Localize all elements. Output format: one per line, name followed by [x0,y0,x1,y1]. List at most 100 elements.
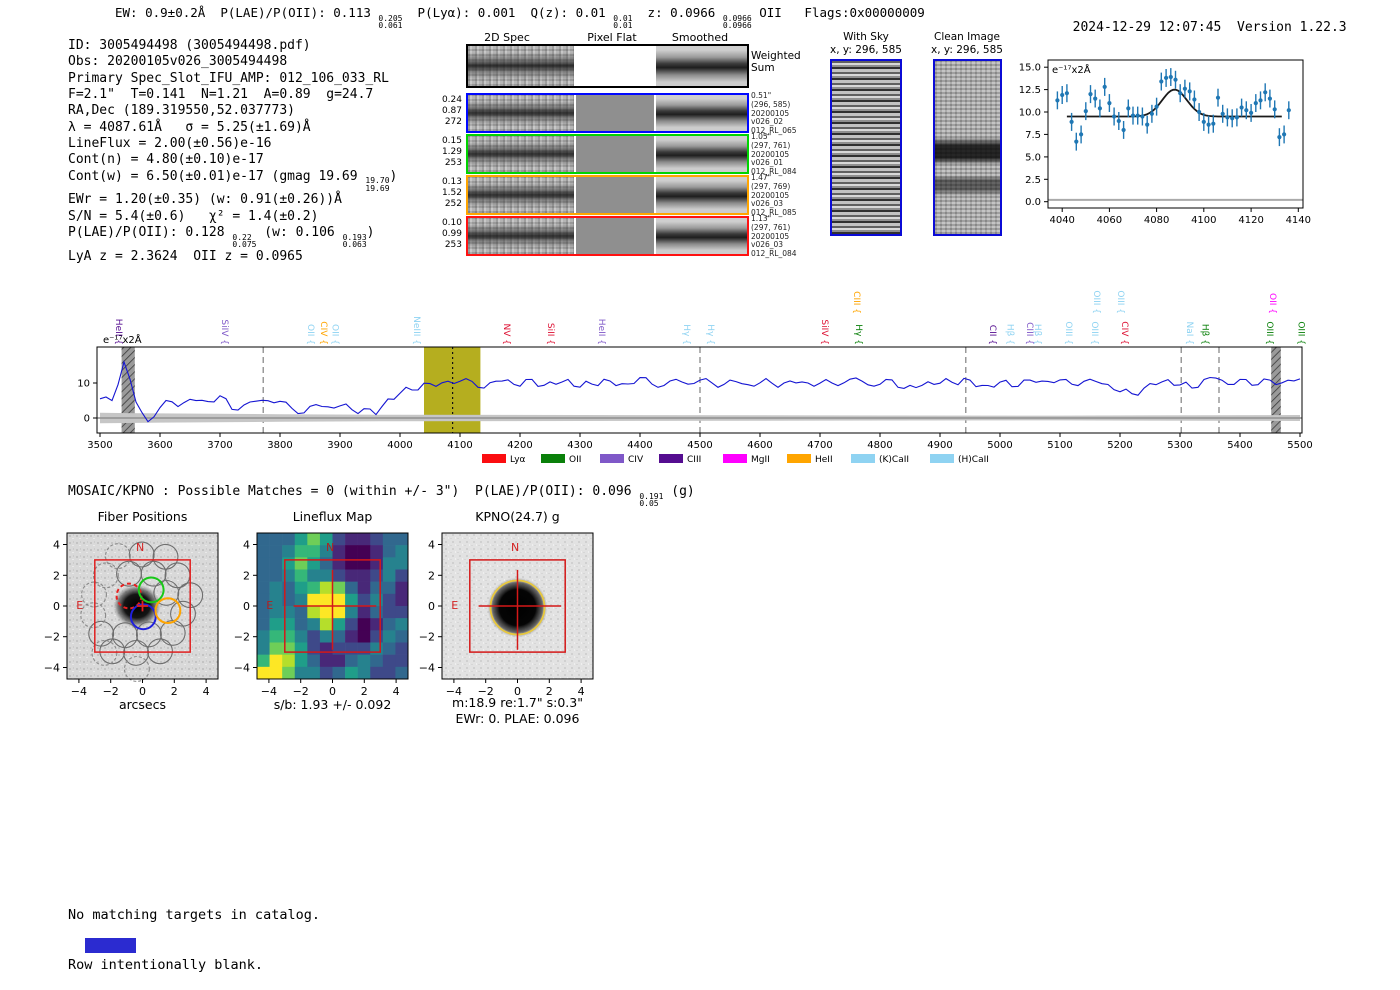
plae-caption: EWr: 0. PLAE: 0.096 [456,711,580,726]
weighted-2dspec-strip [468,46,574,86]
svg-text:CIII {: CIII { [851,291,861,314]
text-segment: ) [389,168,398,184]
with-sky-coords: x, y: 296, 585 [830,43,902,56]
row-left-labels: 0.13 1.52 252 [441,177,462,209]
col-header-2dspec: 2D Spec [484,31,530,44]
text-segment: EWr = 1.20(±0.35) (w: 0.91(±0.26))Å [68,192,342,208]
text-segment: RA,Dec (189.319550,52.037773) [68,103,295,119]
svg-text:3800: 3800 [267,440,292,451]
col-header-smoothed: Smoothed [671,31,729,44]
svg-text:4: 4 [203,685,210,698]
clean-image-coords: x, y: 296, 585 [931,43,1003,56]
svg-text:SiIV {: SiIV { [819,319,829,345]
row-smoothed-strip [656,136,747,172]
spec2d-row [466,175,749,215]
svg-text:4: 4 [393,685,400,698]
text-segment: EW: 0.9±0.2Å [115,5,221,20]
line-legend: Lyα OII CIV CIII MgII HeII (K)CaII (H)CaII [482,454,989,465]
report-datetime: 2024-12-29 12:07:45 [1072,20,1222,35]
svg-text:4060: 4060 [1097,215,1122,226]
footer-line-2: Row intentionally blank. [68,956,264,973]
svg-text:CIV: CIV [628,455,644,465]
info-line: Cont(w) = 6.50(±0.01)e-17 (gmag 19.69 19… [68,169,397,193]
text-segment: Cont(n) = 4.80(±0.10)e-17 [68,152,264,168]
info-line: LineFlux = 2.00(±0.56)e-16 [68,136,397,152]
text-segment: Primary Spec_Slot_IFU_AMP: 012_106_033_R… [68,70,389,86]
svg-text:HeII {: HeII { [596,319,606,345]
svg-text:OIII {: OIII { [1063,321,1073,345]
svg-text:3700: 3700 [207,440,232,451]
svg-text:E: E [76,599,83,612]
text-segment: (g) [663,484,695,499]
svg-text:CII {: CII { [987,325,997,345]
clean-image-header: Clean Image x, y: 296, 585 [917,31,1017,56]
svg-text:E: E [451,599,458,612]
svg-text:−2: −2 [103,685,119,698]
text-segment: λ = 4087.61Å σ = 5.25(±1.69)Å [68,119,311,135]
svg-text:4100: 4100 [447,440,472,451]
text-segment: P(LAE)/P(OII): 0.128 [68,225,233,241]
svg-text:OIII {: OIII { [1091,290,1101,314]
svg-text:0: 0 [428,600,435,613]
svg-text:12.5: 12.5 [1019,85,1041,96]
svg-text:CIV {: CIV { [1119,321,1129,345]
svg-text:4500: 4500 [687,440,712,451]
svg-text:Hγ {: Hγ { [853,324,863,345]
sb-caption: s/b: 1.93 +/- 0.092 [274,697,392,712]
svg-text:MgII: MgII [751,455,770,465]
svg-text:4140: 4140 [1286,215,1311,226]
svg-text:OIII {: OIII { [1296,321,1306,345]
svg-text:OII: OII [569,455,581,465]
text-segment: S/N = 5.4(±0.6) χ² = 1.4(±0.2) [68,208,319,224]
svg-text:NaI {: NaI { [1184,322,1194,346]
row-right-labels: 0.51" (296, 585) 20200105 v026_02 012_RL_065 [751,91,797,136]
text-segment: P(LAE)/P(OII): 0.113 [220,5,379,20]
svg-text:5000: 5000 [987,440,1012,451]
svg-text:−4: −4 [419,662,435,675]
svg-text:15.0: 15.0 [1019,63,1041,74]
svg-text:CIV {: CIV { [318,321,328,345]
svg-text:OIII {: OIII { [1089,321,1099,345]
with-sky-header: With Sky x, y: 296, 585 [816,31,916,56]
text-segment: Q(z): 0.01 [530,5,614,20]
svg-text:4040: 4040 [1049,215,1074,226]
svg-text:5200: 5200 [1107,440,1132,451]
text-segment: MOSAIC/KPNO : Possible Matches = 0 (with… [68,484,640,499]
clean-image-panel [933,59,1002,236]
report-version: Version 1.22.3 [1237,20,1347,35]
stacked-limits: 0.193 0.063 [342,232,367,250]
text-segment: z: 0.0966 [632,5,723,20]
text-segment: OII Flags:0x00000009 [751,5,925,20]
row-left-labels: 0.15 1.29 253 [441,136,462,168]
svg-text:4400: 4400 [627,440,652,451]
svg-text:5500: 5500 [1287,440,1312,451]
info-line: Primary Spec_Slot_IFU_AMP: 012_106_033_R… [68,71,397,87]
row-smoothed-strip [656,218,747,254]
svg-text:Hγ {: Hγ { [681,324,691,345]
svg-text:4: 4 [428,539,435,552]
svg-text:5100: 5100 [1047,440,1072,451]
with-sky-panel [830,59,902,236]
stacked-limits: 0.205 0.061 [378,13,403,31]
svg-text:Hβ {: Hβ { [1005,324,1015,345]
svg-text:Lineflux Map: Lineflux Map [293,509,373,524]
svg-text:4: 4 [53,539,60,552]
info-line: ID: 3005494498 (3005494498.pdf) [68,38,397,54]
svg-text:(H)CaII: (H)CaII [958,455,989,465]
svg-text:3500: 3500 [87,440,112,451]
row-right-labels: 1.47" (297, 769) 20200105 v026_03 012_RL_085 [751,173,797,218]
svg-text:Hβ {: Hβ { [1200,324,1210,345]
svg-text:Lyα: Lyα [510,455,526,465]
svg-text:E: E [266,599,273,612]
svg-text:Fiber Positions: Fiber Positions [98,509,188,524]
svg-text:CIII: CIII [687,455,701,465]
svg-text:5300: 5300 [1167,440,1192,451]
text-segment: F=2.1" T=0.141 N=1.21 A=0.89 g=24.7 [68,87,374,103]
svg-text:KPNO(24.7) g: KPNO(24.7) g [475,509,559,524]
svg-text:3600: 3600 [147,440,172,451]
spec2d-row [466,134,749,174]
weighted-sum-label: Weighted Sum [751,50,801,74]
svg-text:−4: −4 [71,685,87,698]
spec2d-row [466,93,749,133]
kpno-panel: KPNO(24.7) g N E −4 −4 −2 −2 0 0 2 2 4 4 m:18.9 re:1.… [415,505,615,735]
